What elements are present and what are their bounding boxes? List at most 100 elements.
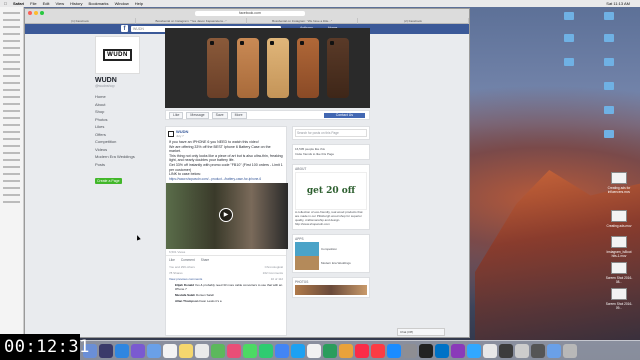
address-bar[interactable]: facebook.com [195, 11, 305, 16]
contact-us-button[interactable]: Contact Us [323, 112, 365, 118]
page-nav-competition[interactable]: Competition [95, 139, 155, 147]
desktop-file-label[interactable]: Creating ads.mov [604, 224, 634, 228]
menu-app-name[interactable]: Safari [13, 1, 24, 6]
post-video[interactable]: ▶ [166, 182, 288, 249]
folder-icon[interactable] [564, 12, 574, 20]
twitter-icon[interactable] [291, 343, 305, 358]
page-nav-shop[interactable]: Shop [95, 109, 155, 117]
preview-icon[interactable] [483, 343, 497, 358]
comment-author[interactable]: Allan Thompson [175, 299, 199, 303]
siri-icon[interactable] [131, 343, 145, 358]
calendar-icon[interactable] [163, 343, 177, 358]
keynote-icon[interactable] [339, 343, 353, 358]
desktop-file-label[interactable]: Creating ads for influencers.mov [604, 186, 634, 194]
facebook-logo-icon[interactable]: f [121, 25, 128, 32]
zoom-button[interactable] [40, 11, 44, 15]
screen-recording-icon[interactable] [531, 343, 545, 358]
share-count[interactable]: 78 Shares [169, 271, 183, 275]
page-profile-picture[interactable]: WUDN [95, 36, 140, 74]
comment-order[interactable]: Chronological [265, 265, 283, 269]
document-icon[interactable] [515, 343, 529, 358]
play-icon[interactable]: ▶ [219, 207, 233, 222]
comment-count[interactable]: 162 Comments [263, 271, 283, 275]
desktop-file-label[interactable]: Instagram_IsBoot hits-1.mov [604, 250, 634, 258]
folder-icon[interactable] [604, 34, 614, 42]
post-link[interactable]: https://www.shopwudn.com/...product.../b… [166, 177, 286, 181]
view-previous-label[interactable]: View previous comments [169, 277, 202, 281]
comment-author[interactable]: Mustafa Saleh [175, 293, 195, 297]
desktop-file-label[interactable]: Screen Shot 2016-08... [604, 276, 634, 284]
page-title[interactable]: WUDN [95, 77, 155, 84]
app-label[interactable]: Modern Era Weddings [321, 261, 351, 265]
video-file-icon[interactable] [611, 172, 627, 184]
folder-icon[interactable] [604, 130, 614, 138]
ibooks-icon[interactable] [371, 343, 385, 358]
menu-view[interactable]: View [55, 1, 64, 6]
terminal-icon[interactable] [419, 343, 433, 358]
folder-icon[interactable] [604, 12, 614, 20]
photoshop-icon[interactable] [467, 343, 481, 358]
like-button[interactable]: Like [169, 258, 175, 262]
share-button[interactable]: Share [201, 258, 210, 262]
page-nav-home[interactable]: Home [95, 94, 155, 102]
quicktime-icon[interactable] [499, 343, 513, 358]
app-label[interactable]: Competition [321, 247, 337, 251]
folder-icon[interactable] [564, 58, 574, 66]
menu-bookmarks[interactable]: Bookmarks [89, 1, 109, 6]
chrome-icon[interactable] [275, 343, 289, 358]
folder-icon[interactable] [604, 82, 614, 90]
premiere-icon[interactable] [451, 343, 465, 358]
menu-window[interactable]: Window [115, 1, 129, 6]
apple-menu-icon[interactable]:  [4, 1, 7, 6]
message-button[interactable]: Message [186, 111, 209, 119]
pages-icon[interactable] [307, 343, 321, 358]
post-time[interactable]: July 7 [176, 134, 188, 138]
menu-edit[interactable]: Edit [43, 1, 50, 6]
menu-help[interactable]: Help [135, 1, 143, 6]
promo-image[interactable]: get 20 off [295, 172, 367, 210]
facetime-icon[interactable] [259, 343, 273, 358]
numbers-icon[interactable] [323, 343, 337, 358]
photos-icon[interactable] [227, 343, 241, 358]
page-nav-likes[interactable]: Likes [95, 124, 155, 132]
maps-icon[interactable] [211, 343, 225, 358]
like-page-button[interactable]: Like [169, 111, 184, 119]
desktop-file-label[interactable]: Screen Shot 2016-09... [604, 302, 634, 310]
post-avatar[interactable] [168, 130, 174, 137]
photo-thumbnails[interactable] [295, 285, 367, 295]
menu-history[interactable]: History [70, 1, 82, 6]
mail-icon[interactable] [147, 343, 161, 358]
trash-icon[interactable] [563, 343, 577, 358]
background-window[interactable] [0, 7, 24, 337]
create-page-button[interactable]: Create a Page [95, 178, 122, 184]
close-button[interactable] [28, 11, 32, 15]
safari-icon[interactable] [115, 343, 129, 358]
minimize-button[interactable] [34, 11, 38, 15]
cover-photo[interactable] [165, 28, 370, 108]
page-nav-weddings[interactable]: Modern Era Weddings [95, 154, 155, 162]
page-nav-posts[interactable]: Posts [95, 162, 155, 170]
likes-count[interactable]: You and 299 others [169, 265, 195, 269]
video-file-icon[interactable] [611, 210, 627, 222]
video-file-icon[interactable] [611, 236, 627, 248]
screenshot-file-icon[interactable] [611, 288, 627, 300]
folder-icon[interactable] [564, 34, 574, 42]
folder-icon[interactable] [604, 58, 614, 66]
more-button[interactable]: More [230, 111, 247, 119]
notes-icon[interactable] [179, 343, 193, 358]
page-nav-photos[interactable]: Photos [95, 117, 155, 125]
menu-file[interactable]: File [30, 1, 36, 6]
launchpad-icon[interactable] [99, 343, 113, 358]
folder-icon[interactable] [604, 106, 614, 114]
invite-friends-link[interactable]: Invite friends to like this Page [295, 152, 367, 157]
page-search-input[interactable]: Search for posts on this Page [295, 129, 367, 137]
website-link[interactable]: http://www.shopwudn.com [295, 222, 367, 227]
system-preferences-icon[interactable] [403, 343, 417, 358]
word-icon[interactable] [435, 343, 449, 358]
menubar-clock[interactable]: Sat 11:13 AM [606, 1, 630, 6]
downloads-folder-icon[interactable] [547, 343, 561, 358]
reminders-icon[interactable] [195, 343, 209, 358]
screenshot-file-icon[interactable] [611, 262, 627, 274]
app-item[interactable]: Competition [295, 242, 367, 256]
messages-icon[interactable] [243, 343, 257, 358]
